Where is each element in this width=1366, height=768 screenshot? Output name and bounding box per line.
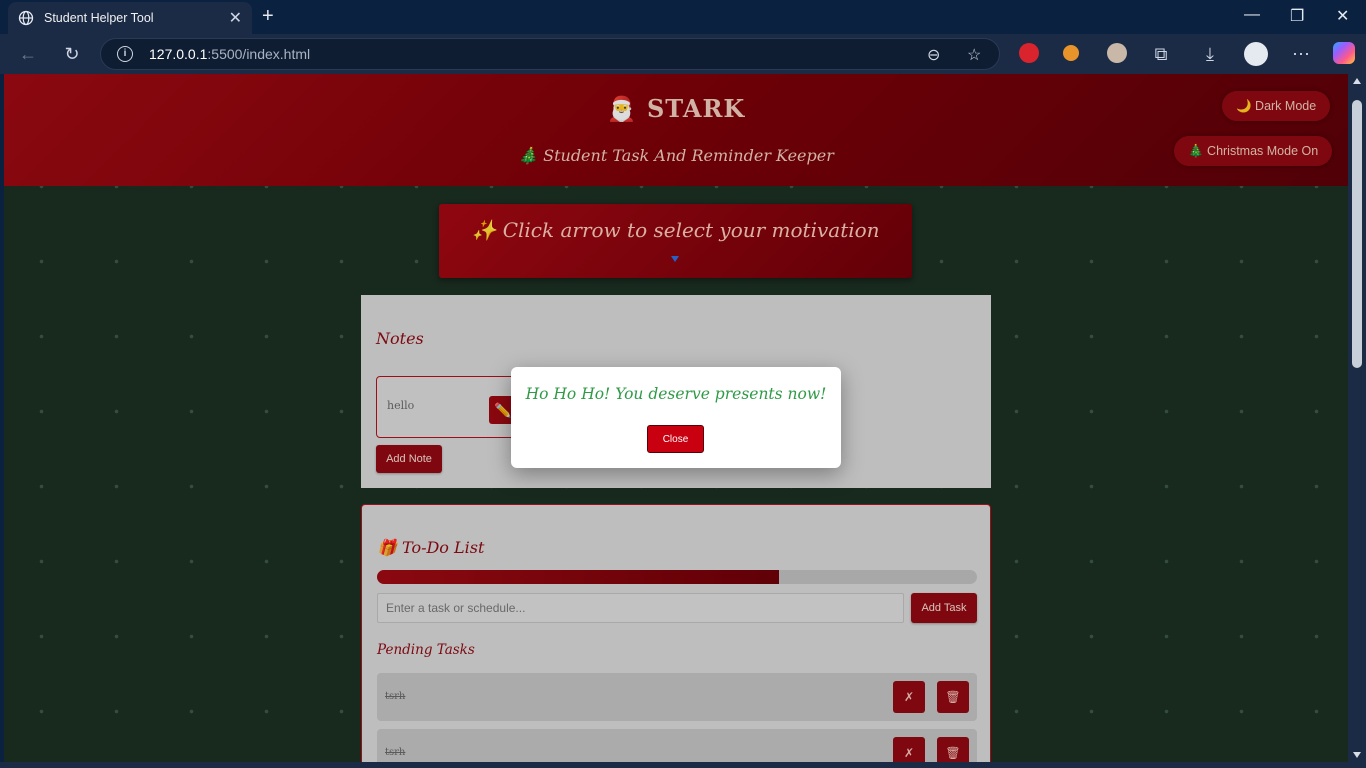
restore-icon[interactable]: ❐ (1290, 6, 1304, 26)
page-viewport: 🎅 STARK 🎄 Student Task And Reminder Keep… (4, 74, 1348, 762)
extensions-puzzle-icon[interactable]: ⧉ (1150, 43, 1172, 65)
reload-icon[interactable]: ↻ (61, 43, 83, 65)
back-icon[interactable]: ← (17, 43, 39, 65)
window-bottom-edge (0, 762, 1348, 768)
browser-toolbar: ← ↻ i 127.0.0.1:5500/index.html ⊖ ☆ ⧉ ⤓ … (0, 34, 1366, 74)
copilot-icon[interactable] (1333, 42, 1355, 64)
scroll-thumb[interactable] (1352, 100, 1362, 368)
tab-title: Student Helper Tool (44, 11, 154, 25)
favorite-star-icon[interactable]: ☆ (967, 45, 981, 65)
modal-close-button[interactable]: Close (647, 425, 704, 453)
minimize-icon[interactable]: — (1244, 6, 1260, 24)
browser-tab[interactable]: Student Helper Tool ✕ (8, 2, 252, 34)
site-info-icon[interactable]: i (117, 46, 133, 62)
window-close-icon[interactable]: ✕ (1336, 6, 1349, 26)
page-scrollbar[interactable] (1348, 74, 1366, 768)
tab-close-icon[interactable]: ✕ (229, 8, 242, 28)
extension-face-icon[interactable] (1107, 43, 1127, 63)
url-path: :5500/index.html (207, 46, 311, 62)
more-menu-icon[interactable]: ⋯ (1290, 43, 1312, 65)
browser-tab-bar: Student Helper Tool ✕ + — ❐ ✕ (0, 0, 1366, 34)
extension-person-icon[interactable] (1063, 45, 1079, 61)
extension-hand-icon[interactable] (1019, 43, 1039, 63)
zoom-icon[interactable]: ⊖ (927, 45, 940, 65)
globe-icon (18, 10, 34, 26)
url-host: 127.0.0.1 (149, 46, 208, 62)
scroll-down-icon[interactable] (1353, 752, 1361, 758)
scroll-up-icon[interactable] (1353, 78, 1361, 84)
reward-modal: Ho Ho Ho! You deserve presents now! Clos… (511, 367, 841, 468)
modal-message: Ho Ho Ho! You deserve presents now! (525, 385, 827, 403)
download-icon[interactable]: ⤓ (1199, 43, 1221, 65)
new-tab-button[interactable]: + (262, 6, 274, 26)
profile-avatar-icon[interactable] (1244, 42, 1268, 66)
address-bar[interactable]: i 127.0.0.1:5500/index.html ⊖ ☆ (100, 38, 1000, 70)
